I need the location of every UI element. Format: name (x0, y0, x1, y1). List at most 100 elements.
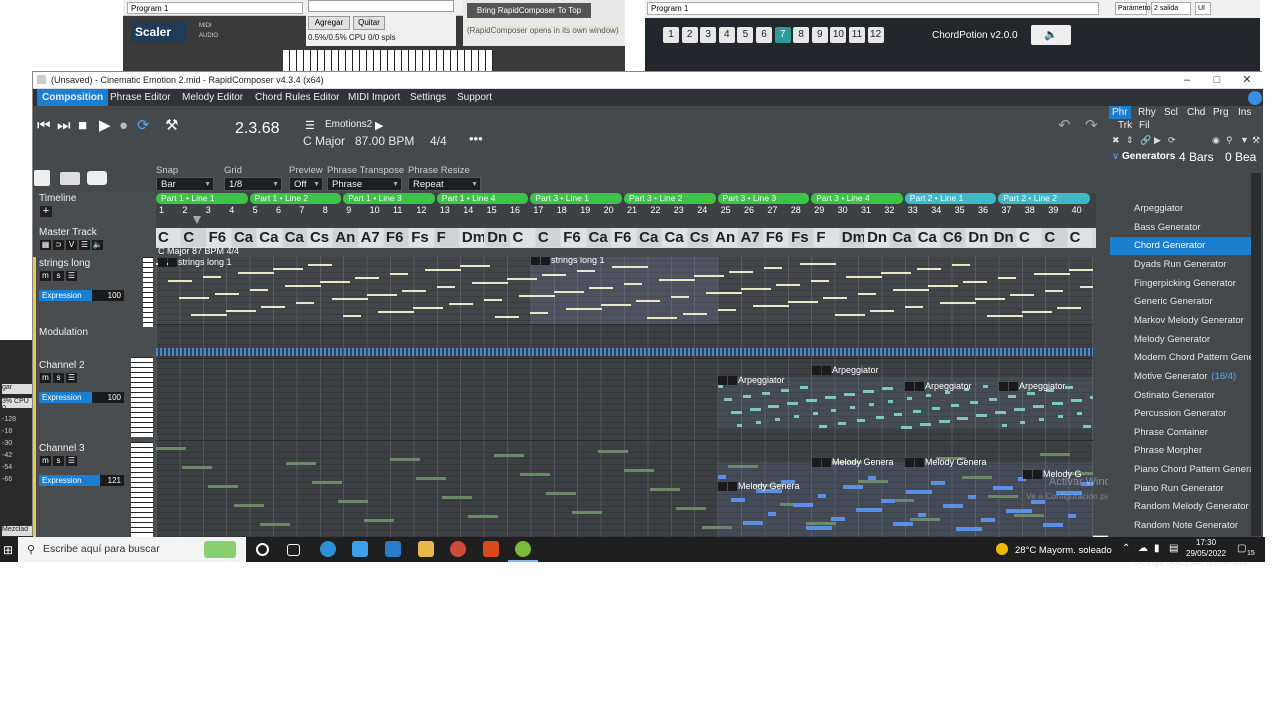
daw-tab[interactable]: gar (2, 384, 32, 394)
lock-icon[interactable] (822, 458, 831, 468)
chord-symbol[interactable]: Ca (915, 228, 941, 247)
generator-item[interactable]: Dyads Run Generator (1110, 256, 1252, 274)
cloud-icon[interactable]: ☁ (1138, 543, 1148, 554)
loop-icon[interactable] (812, 366, 821, 376)
chord-symbol[interactable]: C (1067, 228, 1092, 247)
expression-slider[interactable]: Expression 121 (39, 475, 124, 486)
menu-icon[interactable]: ☰ (66, 373, 77, 383)
link-icon[interactable]: 🔗 (1140, 135, 1151, 146)
battery-icon[interactable]: ▮ (1154, 543, 1160, 554)
play-small-icon[interactable]: ▶ (1154, 135, 1161, 146)
tab-rhy[interactable]: Rhy (1135, 106, 1159, 119)
scaler-plugin-list[interactable] (308, 0, 454, 12)
phrase-label[interactable]: Arpeggiator (812, 365, 879, 376)
chord-symbol[interactable]: Ca (231, 228, 257, 247)
part-marker[interactable]: Part 3 • Line 1 (530, 193, 622, 204)
part-marker[interactable]: Part 1 • Line 4 (436, 193, 529, 204)
chord-symbol[interactable]: Cs (307, 228, 333, 247)
wrench-icon[interactable]: ⚒ (1252, 135, 1260, 146)
remove-button[interactable]: Quitar (353, 16, 385, 30)
chord-number-button[interactable]: 8 (793, 27, 810, 43)
menu-phrase-editor[interactable]: Phrase Editor (105, 89, 176, 106)
generator-item[interactable]: Markov Melody Generator (1110, 312, 1252, 330)
lock-icon[interactable] (168, 258, 177, 268)
menu-chord-rules-editor[interactable]: Chord Rules Editor (250, 89, 344, 106)
chrome-icon[interactable] (450, 541, 466, 557)
skip-start-icon[interactable]: ⏮ (37, 118, 51, 134)
chord-number-button[interactable]: 5 (737, 27, 754, 43)
chord-number-button[interactable]: 7 (774, 27, 791, 43)
song-name[interactable]: Emotions2 (325, 119, 372, 130)
tray-chevron-icon[interactable]: ⌃ (1122, 543, 1130, 554)
skip-end-icon[interactable]: ⏭ (57, 118, 71, 134)
notification-icon[interactable]: ▢ (1237, 543, 1246, 554)
chord-symbol[interactable]: F6 (763, 228, 789, 247)
chord-number-button[interactable]: 3 (700, 27, 717, 43)
chord-symbol[interactable]: Ca (662, 228, 687, 247)
beats-length[interactable]: 0 Bea (1225, 150, 1263, 164)
menu-midi-import[interactable]: MIDI Import (343, 89, 405, 106)
tab-chd[interactable]: Chd (1184, 106, 1208, 119)
solo-icon[interactable]: s (53, 373, 64, 383)
track-name[interactable]: strings long (39, 258, 90, 269)
minimize-icon[interactable]: – (1172, 72, 1202, 89)
loop-icon[interactable] (999, 382, 1008, 392)
track-name[interactable]: Channel 3 (39, 443, 85, 454)
generator-item[interactable]: Piano Run Generator (1110, 480, 1252, 498)
loop-icon[interactable] (531, 257, 540, 266)
tab-fil[interactable]: Fil (1136, 119, 1153, 132)
loop-icon[interactable] (812, 458, 821, 468)
part-marker[interactable]: Part 3 • Line 4 (811, 193, 903, 204)
param-select-grid[interactable]: 1/8 ▼ (224, 177, 282, 191)
generator-item[interactable]: Fingerpicking Generator (1110, 275, 1252, 293)
tab-ins[interactable]: Ins (1235, 106, 1254, 119)
tab-scl[interactable]: Scl (1161, 106, 1181, 119)
param-select-snap[interactable]: Bar ▼ (156, 177, 214, 191)
generator-item[interactable]: Arpeggiator (1110, 200, 1252, 218)
chord-symbol[interactable]: C (535, 228, 561, 247)
phrase-label[interactable]: strings long 1 (158, 257, 232, 268)
search-highlight-icon[interactable] (204, 541, 236, 558)
part-marker[interactable]: Part 2 • Line 1 (904, 193, 997, 204)
mute-icon[interactable]: m (40, 271, 51, 281)
collapse-icon[interactable]: ✖ (1112, 135, 1120, 146)
filter-icon[interactable]: ▼ (1240, 135, 1249, 145)
close-icon[interactable]: ✕ (1232, 72, 1262, 89)
master-v-icon[interactable]: V (66, 240, 77, 250)
generator-item[interactable]: Random Melody Generator (1110, 498, 1252, 516)
generator-item[interactable]: Ostinato Generator (1110, 387, 1252, 405)
generator-item[interactable]: Chord Generator (1110, 237, 1252, 256)
loop-icon[interactable] (905, 458, 914, 468)
chord-number-button[interactable]: 11 (849, 27, 865, 43)
menu-icon[interactable]: ☰ (66, 271, 77, 281)
chord-symbol[interactable]: An (713, 228, 738, 247)
add-button[interactable]: Agregar (308, 16, 350, 30)
phrase-label[interactable]: Melody Genera (905, 457, 987, 468)
output-field[interactable]: 2 salida (1151, 2, 1191, 15)
cortana-icon[interactable] (256, 543, 269, 556)
generator-item[interactable]: Motive Generator (16/4) (1110, 368, 1252, 386)
master-speaker-icon[interactable]: 🔈 (92, 240, 103, 250)
refresh-icon[interactable]: ⟳ (1168, 135, 1176, 146)
lock-icon[interactable] (822, 366, 831, 376)
chord-symbol[interactable]: F6 (561, 228, 586, 247)
chord-symbol[interactable]: Dn (865, 228, 890, 247)
edge-icon[interactable] (320, 541, 336, 557)
param-select-phrase-resize[interactable]: Repeat ▼ (408, 177, 481, 191)
generators-heading[interactable]: Generators (1122, 151, 1175, 162)
clock-date[interactable]: 29/05/2022 (1186, 549, 1226, 558)
chord-number-button[interactable]: 1 (663, 27, 679, 43)
generator-item[interactable]: Phrase Morpher (1110, 442, 1252, 460)
expand-icon[interactable]: ⇕ (1126, 135, 1134, 146)
chord-symbol[interactable]: Ca (586, 228, 611, 247)
chord-symbol[interactable]: F6 (611, 228, 637, 247)
chord-symbol[interactable]: C6 (941, 228, 966, 247)
chord-number-button[interactable]: 12 (867, 27, 884, 43)
generator-item[interactable]: Bass Generator (1110, 219, 1252, 237)
track-name[interactable]: Modulation (39, 327, 88, 338)
list-icon[interactable]: ☰ (305, 118, 315, 134)
phrase-label[interactable]: Melody Genera (718, 481, 800, 492)
new-doc-icon[interactable] (34, 170, 50, 186)
chord-symbol[interactable]: Dn (485, 228, 510, 247)
chord-number-button[interactable]: 6 (756, 27, 772, 43)
